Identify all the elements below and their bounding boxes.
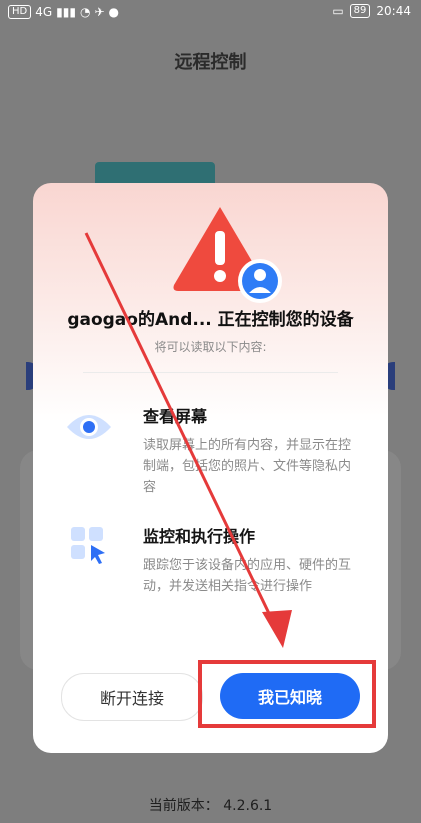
status-right: ▭ 89 20:44 xyxy=(332,4,411,18)
page-title: 远程控制 xyxy=(174,52,247,73)
eye-pupil xyxy=(83,421,95,433)
hd-badge: HD xyxy=(8,5,32,19)
exclamation-bar xyxy=(215,231,225,265)
battery-icon: 89 xyxy=(349,4,371,18)
permission-title: 查看屏幕 xyxy=(143,407,208,426)
status-bar: HD 4G ▮▮▮ ◔ ✈ ● ▭ 89 20:44 xyxy=(0,0,421,24)
permission-title: 监控和执行操作 xyxy=(143,527,256,546)
exclamation-dot xyxy=(214,270,226,282)
avatar-head xyxy=(254,269,266,281)
grid-pointer-icon xyxy=(71,527,105,564)
annotation-highlight-box xyxy=(198,660,376,728)
network-type: 4G xyxy=(35,5,53,19)
status-left: HD 4G ▮▮▮ ◔ ✈ ● xyxy=(8,5,119,19)
clock: 20:44 xyxy=(376,4,411,18)
grid-cell xyxy=(71,545,85,559)
version-info: 当前版本： 4.2.6.1 xyxy=(0,795,421,815)
chat-icon: ● xyxy=(108,5,120,19)
version-number: 4.2.6.1 xyxy=(223,798,273,814)
permission-desc: 跟踪您于该设备内的应用、硬件的互动，并发送相关指令进行操作 xyxy=(143,558,352,594)
pointer-arrow xyxy=(91,545,105,564)
grid-cell xyxy=(89,527,103,541)
version-label: 当前版本： xyxy=(148,798,219,814)
eye-icon xyxy=(67,415,111,439)
warning-icon xyxy=(173,207,282,303)
wifi-icon: ◔ xyxy=(79,5,91,19)
permission-desc: 读取屏幕上的所有内容，并显示在控制端，包括您的照片、文件等隐私内容 xyxy=(143,438,352,495)
cast-icon: ▭ xyxy=(332,4,344,18)
grid-cell xyxy=(71,527,85,541)
dialog-title: gaogao的And... 正在控制您的设备 xyxy=(67,310,354,330)
signal-icon: ▮▮▮ xyxy=(56,5,76,19)
divider xyxy=(83,372,338,373)
app-notify-icon: ✈ xyxy=(94,5,105,19)
dialog-subtitle: 将可以读取以下内容: xyxy=(154,340,267,354)
disconnect-button[interactable]: 断开连接 xyxy=(61,673,203,721)
